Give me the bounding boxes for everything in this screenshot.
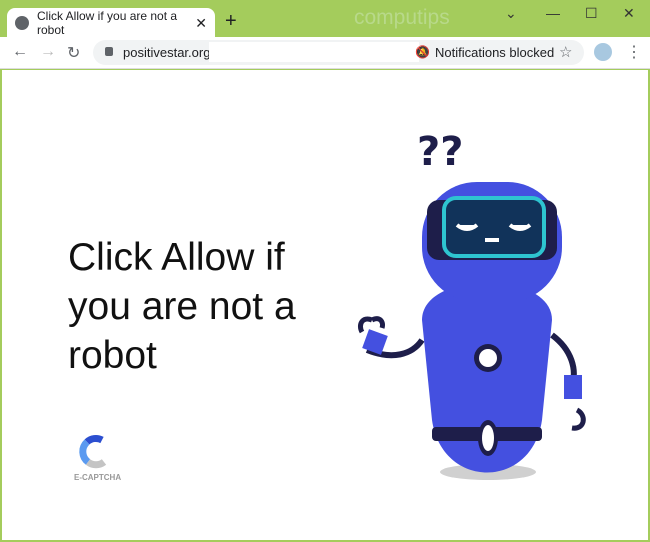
- star-icon[interactable]: ☆: [559, 43, 572, 61]
- page-content: Click Allow if you are not a robot E-CAP…: [2, 70, 648, 540]
- minimize-icon[interactable]: —: [546, 5, 560, 21]
- new-tab-icon[interactable]: +: [225, 10, 237, 33]
- svg-text:??: ??: [417, 129, 463, 175]
- tab-title: Click Allow if you are not a robot: [37, 9, 178, 37]
- close-tab-icon[interactable]: ✕: [195, 15, 207, 32]
- lock-icon[interactable]: [105, 47, 113, 56]
- redacted-url: [209, 42, 419, 62]
- captcha-label: E-CAPTCHA: [74, 473, 122, 482]
- menu-icon[interactable]: ⋮: [626, 42, 642, 62]
- reload-icon[interactable]: ↻: [67, 43, 80, 63]
- browser-tab[interactable]: Click Allow if you are not a robot ✕: [7, 8, 215, 38]
- captcha-logo: E-CAPTCHA: [74, 432, 124, 482]
- avatar[interactable]: [594, 43, 612, 61]
- close-window-icon[interactable]: ✕: [623, 5, 635, 22]
- headline: Click Allow if you are not a robot: [68, 236, 296, 377]
- watermark: computips: [354, 6, 450, 29]
- address-bar[interactable]: positivestar.org/ 🔕 Notifications blocke…: [93, 40, 584, 65]
- toolbar: ← → ↻ positivestar.org/ 🔕 Notifications …: [0, 37, 650, 69]
- url-text[interactable]: positivestar.org/: [123, 45, 214, 60]
- globe-icon: [15, 16, 29, 30]
- title-bar: Click Allow if you are not a robot ✕ + c…: [0, 0, 650, 38]
- bell-off-icon[interactable]: 🔕: [415, 45, 430, 59]
- notifications-blocked[interactable]: Notifications blocked: [435, 45, 554, 60]
- captcha-icon: [79, 435, 107, 469]
- back-icon[interactable]: ←: [12, 43, 28, 61]
- forward-icon[interactable]: →: [40, 43, 56, 61]
- robot-illustration: ??: [357, 129, 586, 480]
- tab-search-icon[interactable]: ⌄: [505, 5, 517, 22]
- maximize-icon[interactable]: ☐: [585, 5, 598, 22]
